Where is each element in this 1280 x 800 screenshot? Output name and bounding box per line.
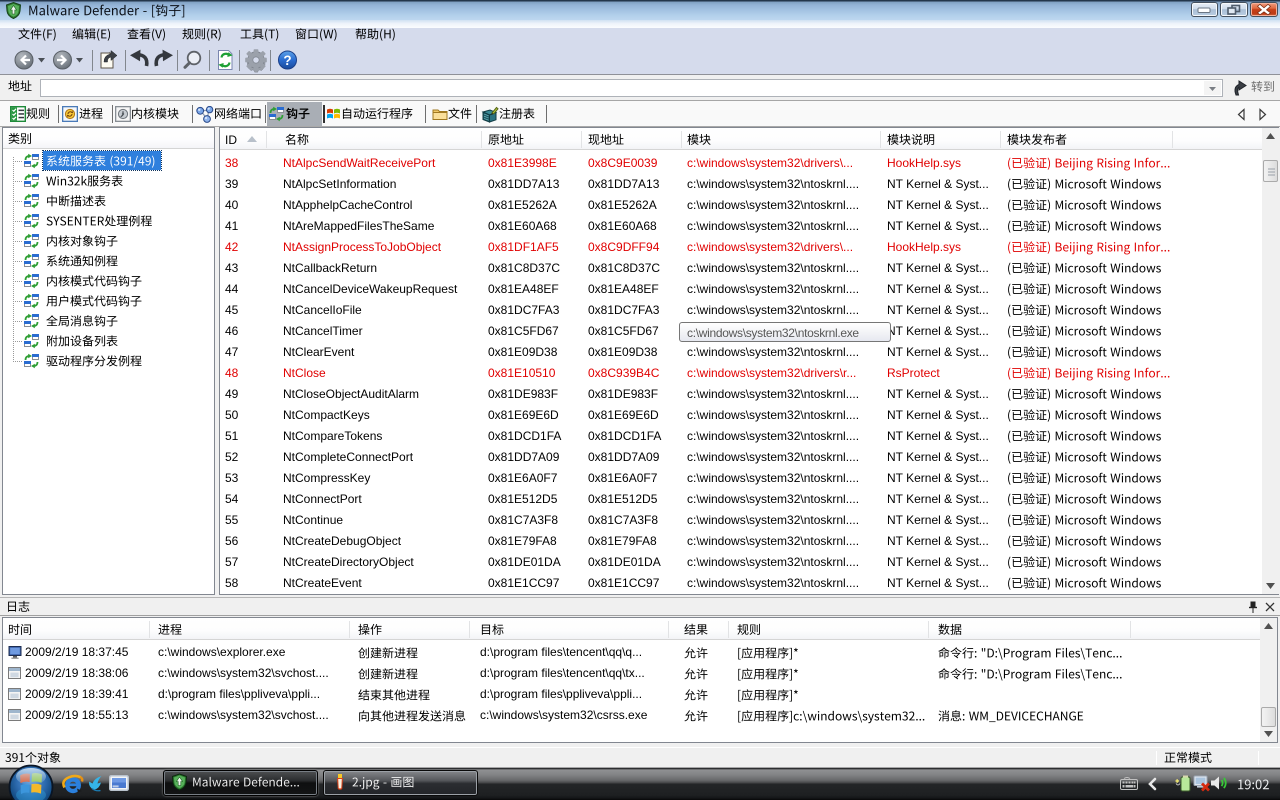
svg-text:?: ? (283, 53, 291, 68)
